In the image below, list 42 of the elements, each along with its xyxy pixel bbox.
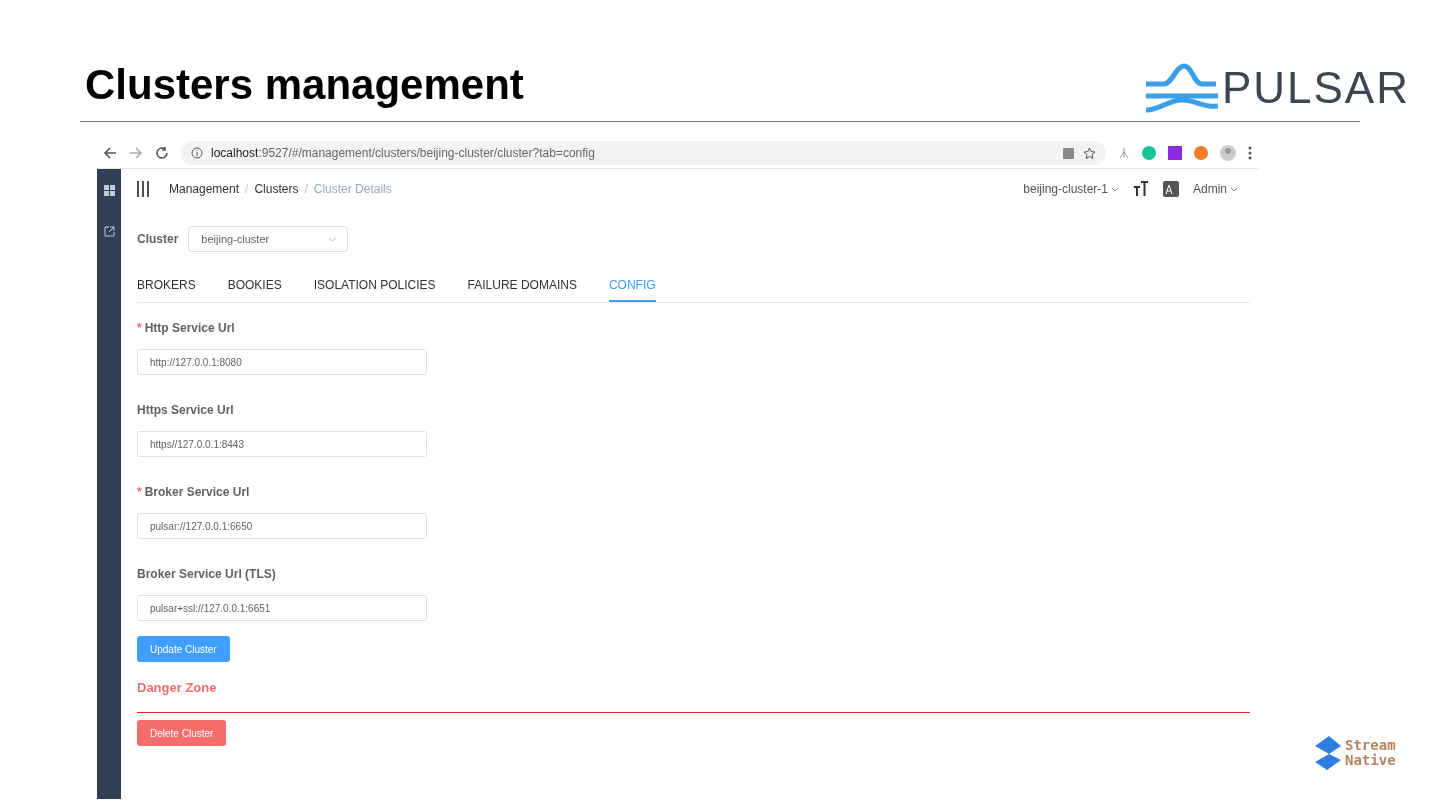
s-logo-icon — [1313, 736, 1343, 770]
input-field[interactable]: pulsar+ssl://127.0.0.1:6651 — [137, 595, 427, 621]
menu-icon[interactable] — [137, 181, 149, 197]
address-bar[interactable]: localhost:9527/#/management/clusters/beijing-cluster/cluster?tab=config — [181, 141, 1106, 165]
user-dropdown[interactable]: Admin — [1193, 182, 1238, 196]
cluster-select[interactable]: beijing-cluster — [188, 226, 349, 252]
field-label: Broker Service Url (TLS) — [137, 567, 277, 581]
text-size-icon[interactable] — [1133, 181, 1149, 197]
star-icon[interactable] — [1083, 146, 1096, 160]
chevron-down-icon — [1111, 186, 1119, 192]
tab[interactable]: BOOKIES — [227, 272, 282, 302]
extension-icon[interactable] — [1194, 146, 1208, 160]
dashboard-icon[interactable] — [103, 185, 115, 196]
more-menu-icon[interactable] — [1248, 146, 1252, 160]
input-field[interactable]: pulsar://127.0.0.1:6650 — [137, 513, 427, 539]
reload-icon[interactable] — [155, 146, 169, 160]
chevron-down-icon — [328, 236, 338, 242]
external-link-icon[interactable] — [103, 226, 115, 237]
input-field[interactable]: http://127.0.0.1:8080 — [137, 349, 427, 375]
tab[interactable]: ISOLATION POLICIES — [313, 272, 436, 302]
tab[interactable]: FAILURE DOMAINS — [467, 272, 577, 302]
slide-title: Clusters management — [85, 64, 524, 106]
breadcrumb-item[interactable]: Clusters — [254, 182, 299, 196]
profile-avatar[interactable] — [1220, 145, 1236, 161]
input-field[interactable]: https//127.0.0.1:8443 — [137, 431, 427, 457]
breadcrumb-separator: / — [245, 182, 249, 196]
breadcrumb-separator: / — [304, 182, 308, 196]
field-label: * Broker Service Url — [137, 485, 251, 499]
danger-zone-heading: Danger Zone — [137, 680, 218, 695]
chevron-down-icon — [1230, 186, 1238, 192]
environment-dropdown[interactable]: beijing-cluster-1 — [1023, 182, 1119, 196]
field-label: Https Service Url — [137, 403, 235, 417]
logo-wordmark: Stream Native — [1345, 738, 1396, 768]
back-icon[interactable] — [103, 146, 117, 160]
cluster-label: Cluster — [137, 232, 179, 246]
wave-logo-icon — [1143, 62, 1218, 114]
info-icon — [191, 147, 203, 159]
field-label: * Http Service Url — [137, 321, 236, 335]
breadcrumb-item: Cluster Details — [313, 182, 392, 196]
logo-wordmark: PULSAR — [1221, 66, 1410, 110]
breadcrumb-item[interactable]: Management — [169, 182, 240, 196]
tab[interactable]: BROKERS — [137, 272, 196, 302]
